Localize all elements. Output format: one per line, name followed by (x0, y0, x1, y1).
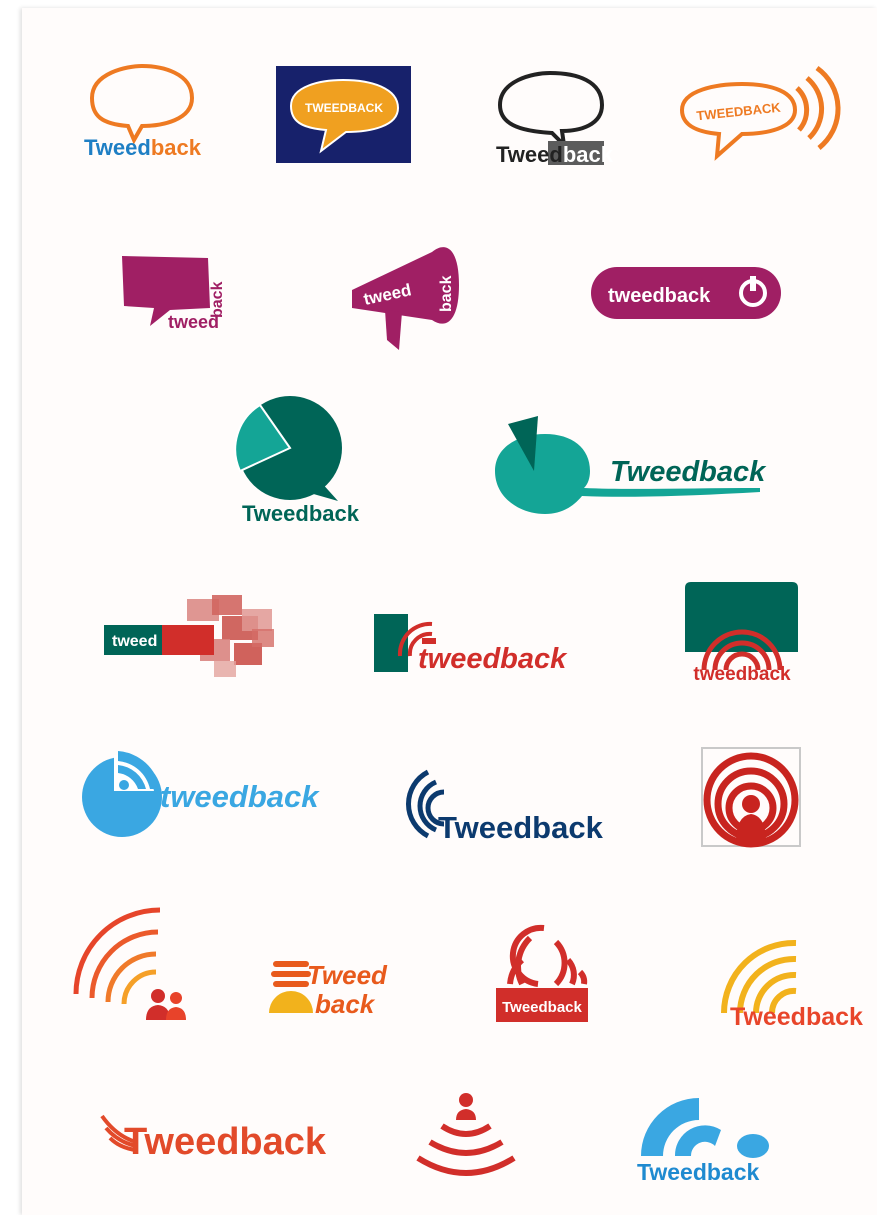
svg-text:Tweedback: Tweedback (496, 142, 614, 167)
logo-18: Tweedback (492, 920, 592, 1030)
logo-text: Tweedback (242, 501, 360, 526)
logo-2: TWEEDBACK (276, 66, 411, 163)
signal-people-icon (73, 907, 186, 1020)
logo-22: Tweedback (635, 1094, 780, 1185)
signal-person-icon (416, 1093, 516, 1176)
logo-21 (414, 1088, 524, 1183)
logo-4: TWEEDBACK (677, 60, 841, 161)
logo-20: Tweedback (96, 1106, 346, 1166)
logo-8: Tweedback (220, 393, 370, 526)
logo-13: tweedback (80, 745, 335, 840)
logo-text: back (315, 989, 376, 1019)
logo-text: Tweedback (124, 1121, 327, 1163)
logo-6: tweed back (347, 230, 467, 355)
logo-text: Tweedback (637, 1159, 759, 1185)
logo-9: Tweedback (490, 416, 767, 516)
logo-15 (700, 746, 805, 851)
logo-16 (72, 906, 197, 1026)
logo-7: tweedback (590, 264, 785, 322)
logo-text: Tweed (496, 142, 563, 167)
logo-text: Tweedback (438, 810, 604, 845)
logo-10: tweed (102, 591, 277, 686)
logo-text: back (209, 281, 226, 318)
logo-text: back (151, 135, 202, 160)
logo-text: Tweedback (610, 456, 767, 488)
speech-bubble-icon (89, 63, 195, 145)
pie-signal-icon (82, 751, 162, 837)
bubble-cluster-icon (162, 595, 274, 677)
logo-14: Tweedback (388, 764, 623, 849)
svg-text:Tweedback: Tweedback (84, 135, 202, 160)
signal-arc-icon (641, 1098, 769, 1158)
speech-bubble-icon (497, 70, 605, 151)
logo-3: Tweedback (492, 63, 614, 168)
logo-text: back (563, 142, 614, 167)
logo-text: tweedback (160, 779, 320, 814)
logo-text: twee (112, 633, 148, 650)
logo-text: back (438, 275, 455, 312)
logo-sheet: Tweedback TWEEDBACK Tweedback TWEEDBACK … (22, 8, 877, 1215)
logo-19: Tweedback (706, 923, 863, 1033)
logo-text: Tweed (307, 960, 388, 990)
logo-1: Tweedback (82, 58, 202, 168)
logo-text: TWEEDBACK (696, 100, 782, 124)
logo-text: d (148, 633, 158, 650)
pie-chart-bubble-icon (234, 396, 342, 501)
logo-text: Tweed (84, 135, 151, 160)
signal-person-icon (703, 752, 799, 848)
logo-text: Tweedback (730, 1003, 863, 1031)
logo-17: Tweed back (265, 953, 400, 1021)
logo-12: tweedback (682, 580, 802, 685)
logo-text: tweedback (693, 664, 791, 685)
svg-text:tweed: tweed (112, 633, 157, 650)
logo-5: tweed back (120, 246, 230, 336)
logo-text: TWEEDBACK (305, 101, 383, 115)
logo-text: tweedback (418, 643, 568, 675)
signal-bars-icon (507, 924, 588, 987)
logo-text: Tweedback (502, 999, 582, 1016)
logo-11: tweedback (372, 606, 577, 681)
logo-text: tweedback (608, 285, 711, 307)
